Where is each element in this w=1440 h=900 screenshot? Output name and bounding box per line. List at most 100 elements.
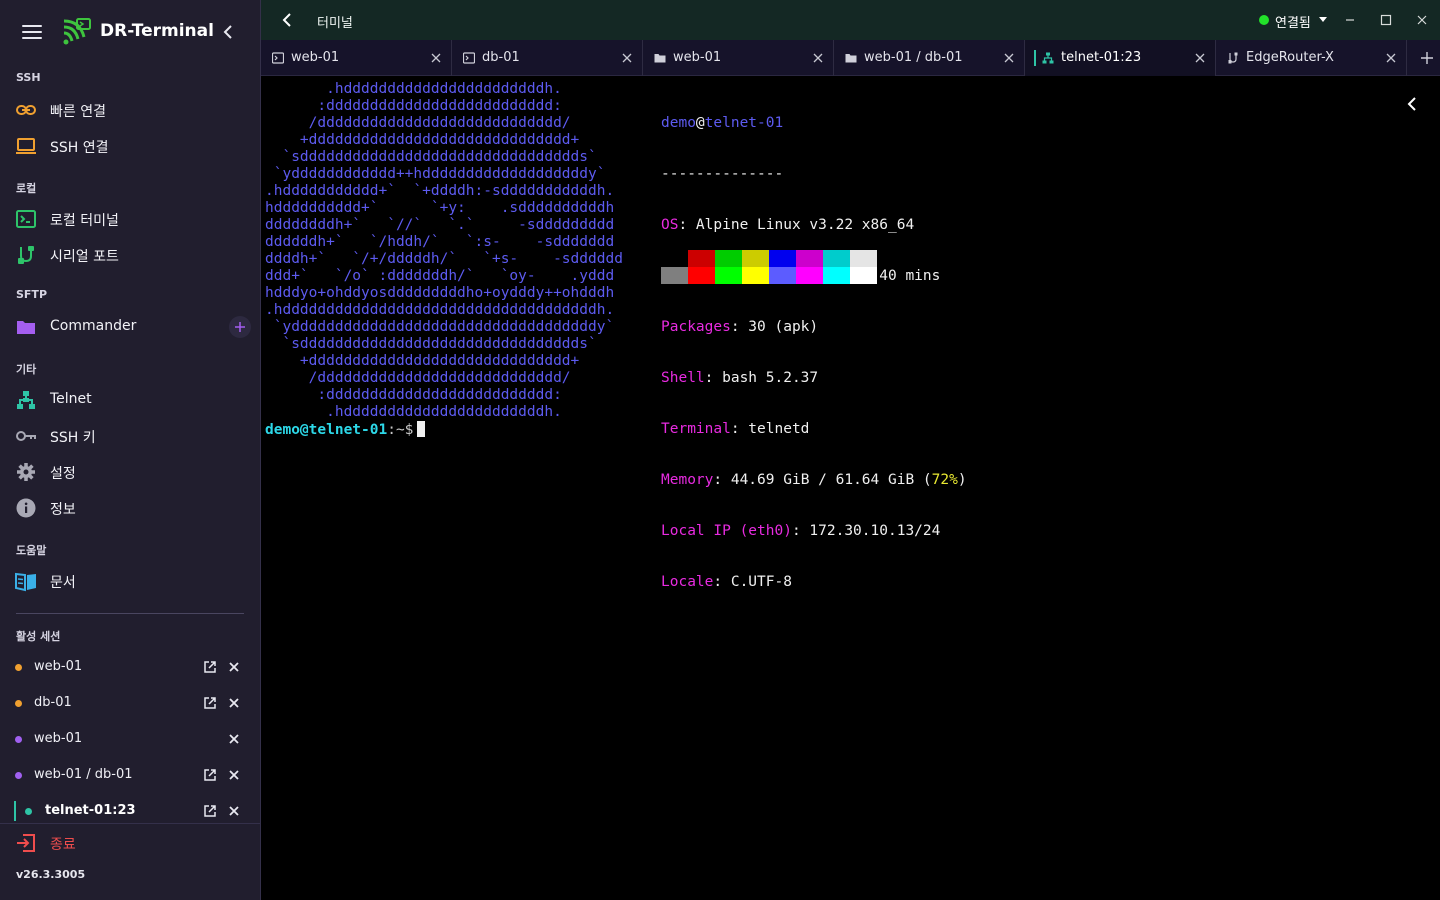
tab-label: EdgeRouter-X: [1246, 50, 1334, 65]
sidebar-item-docs[interactable]: 문서: [0, 564, 260, 598]
memory-percent: 72%: [931, 472, 958, 488]
window-close-icon[interactable]: [1415, 13, 1429, 27]
close-icon[interactable]: [1386, 53, 1396, 63]
prompt-path: :~$: [387, 422, 414, 438]
tab-db-01[interactable]: db-01: [452, 40, 643, 76]
sidebar-item-label: SSH 연결: [50, 140, 109, 156]
tab-bar: web-01 db-01 web-01 web-01 / db-01 telne…: [261, 40, 1440, 76]
sidebar-item-quick-connect[interactable]: 빠른 연결: [0, 93, 260, 127]
info-key: Locale: [661, 574, 714, 590]
close-icon[interactable]: [228, 733, 240, 745]
sidebar-item-telnet[interactable]: Telnet: [0, 383, 260, 417]
session-label: web-01 / db-01: [34, 767, 133, 782]
session-item[interactable]: web-01: [0, 652, 260, 682]
popout-icon[interactable]: [203, 696, 217, 710]
folder-icon: [17, 321, 35, 334]
active-indicator: [14, 801, 16, 821]
info-key: Terminal: [661, 421, 731, 437]
sidebar-item-serial-port[interactable]: 시리얼 포트: [0, 238, 260, 272]
close-icon[interactable]: [622, 53, 632, 63]
tab-web-01[interactable]: web-01: [261, 40, 452, 76]
session-status-dot: [15, 664, 22, 671]
add-commander-button[interactable]: [229, 316, 251, 338]
title-bar: 터미널 연결됨: [261, 0, 1440, 40]
sidebar-item-label: 로컬 터미널: [50, 213, 119, 229]
back-icon[interactable]: [279, 11, 297, 29]
color-swatch: [823, 267, 850, 284]
info-header: demo@telnet-01: [661, 115, 967, 132]
info-key: Shell: [661, 370, 705, 386]
session-item[interactable]: web-01: [0, 724, 260, 754]
sidebar-item-label: 정보: [50, 502, 76, 518]
sidebar-item-label: 시리얼 포트: [50, 249, 119, 265]
status-indicator: [1259, 15, 1269, 25]
app-logo: [63, 18, 91, 45]
chevron-down-icon: [1319, 17, 1327, 22]
active-tab-indicator: [1034, 50, 1036, 66]
link-icon: [16, 105, 36, 115]
section-label-help: 도움말: [16, 544, 47, 557]
info-row: Memory: 44.69 GiB / 61.64 GiB (72%): [661, 472, 967, 489]
new-tab-icon[interactable]: [1420, 51, 1434, 65]
status-label: 연결됨: [1275, 16, 1311, 31]
folder-icon: [654, 54, 666, 63]
session-item-active[interactable]: telnet-01:23: [0, 796, 260, 826]
footer-divider: [0, 823, 260, 824]
exit-button[interactable]: 종료: [0, 826, 260, 858]
sidebar-item-commander[interactable]: Commander: [0, 310, 260, 344]
color-palette: [661, 250, 877, 284]
popout-icon[interactable]: [203, 804, 217, 818]
close-icon[interactable]: [813, 53, 823, 63]
tab-label: web-01: [291, 50, 340, 65]
menu-icon[interactable]: [22, 24, 42, 40]
sidebar-item-ssh-connect[interactable]: SSH 연결: [0, 129, 260, 163]
color-swatch: [742, 267, 769, 284]
sidebar-divider: [16, 613, 244, 614]
session-item[interactable]: web-01 / db-01: [0, 760, 260, 790]
terminal-icon: [272, 52, 284, 64]
section-label-ssh: SSH: [16, 71, 41, 84]
close-icon[interactable]: [228, 697, 240, 709]
tab-label: telnet-01:23: [1061, 50, 1142, 65]
maximize-icon[interactable]: [1379, 13, 1393, 27]
exit-label: 종료: [50, 837, 76, 853]
tab-web-01-db-01[interactable]: web-01 / db-01: [834, 40, 1025, 76]
sidebar-item-label: 설정: [50, 466, 76, 482]
sidebar-header: DR-Terminal: [0, 0, 260, 64]
chevron-left-icon[interactable]: [1405, 96, 1421, 112]
session-label: db-01: [34, 695, 72, 710]
session-item[interactable]: db-01: [0, 688, 260, 718]
close-icon[interactable]: [1195, 53, 1205, 63]
tab-label: db-01: [482, 50, 520, 65]
close-icon[interactable]: [228, 805, 240, 817]
sidebar-item-info[interactable]: 정보: [0, 491, 260, 525]
close-icon[interactable]: [1004, 53, 1014, 63]
shell-prompt[interactable]: demo@telnet-01:~$: [265, 421, 426, 439]
tab-web-01-sftp[interactable]: web-01: [643, 40, 834, 76]
color-swatch: [661, 250, 688, 267]
text-cursor: [417, 421, 426, 437]
laptop-icon: [16, 138, 36, 154]
session-status-dot: [15, 700, 22, 707]
info-key: OS: [661, 217, 679, 233]
sidebar-item-ssh-keys[interactable]: SSH 키: [0, 419, 260, 453]
info-separator: --------------: [661, 166, 784, 182]
info-value: : 44.69 GiB / 61.64 GiB (: [713, 472, 932, 488]
close-icon[interactable]: [431, 53, 441, 63]
tab-edgerouter-x[interactable]: EdgeRouter-X: [1216, 40, 1407, 76]
sidebar-item-settings[interactable]: 설정: [0, 455, 260, 489]
terminal-icon: [463, 52, 475, 64]
color-swatch: [769, 267, 796, 284]
popout-icon[interactable]: [203, 768, 217, 782]
serial-port-icon: [18, 246, 34, 264]
terminal-view[interactable]: .hdddddddddddddddddddddddh. :ddddddddddd…: [261, 76, 1440, 900]
session-status-dot: [15, 772, 22, 779]
tab-telnet-01[interactable]: telnet-01:23: [1025, 40, 1216, 76]
minimize-icon[interactable]: [1343, 13, 1357, 27]
sidebar-item-label: 문서: [50, 575, 76, 591]
sidebar-item-local-terminal[interactable]: 로컬 터미널: [0, 202, 260, 236]
collapse-sidebar-icon[interactable]: [218, 22, 238, 42]
close-icon[interactable]: [228, 769, 240, 781]
popout-icon[interactable]: [203, 660, 217, 674]
close-icon[interactable]: [228, 661, 240, 673]
